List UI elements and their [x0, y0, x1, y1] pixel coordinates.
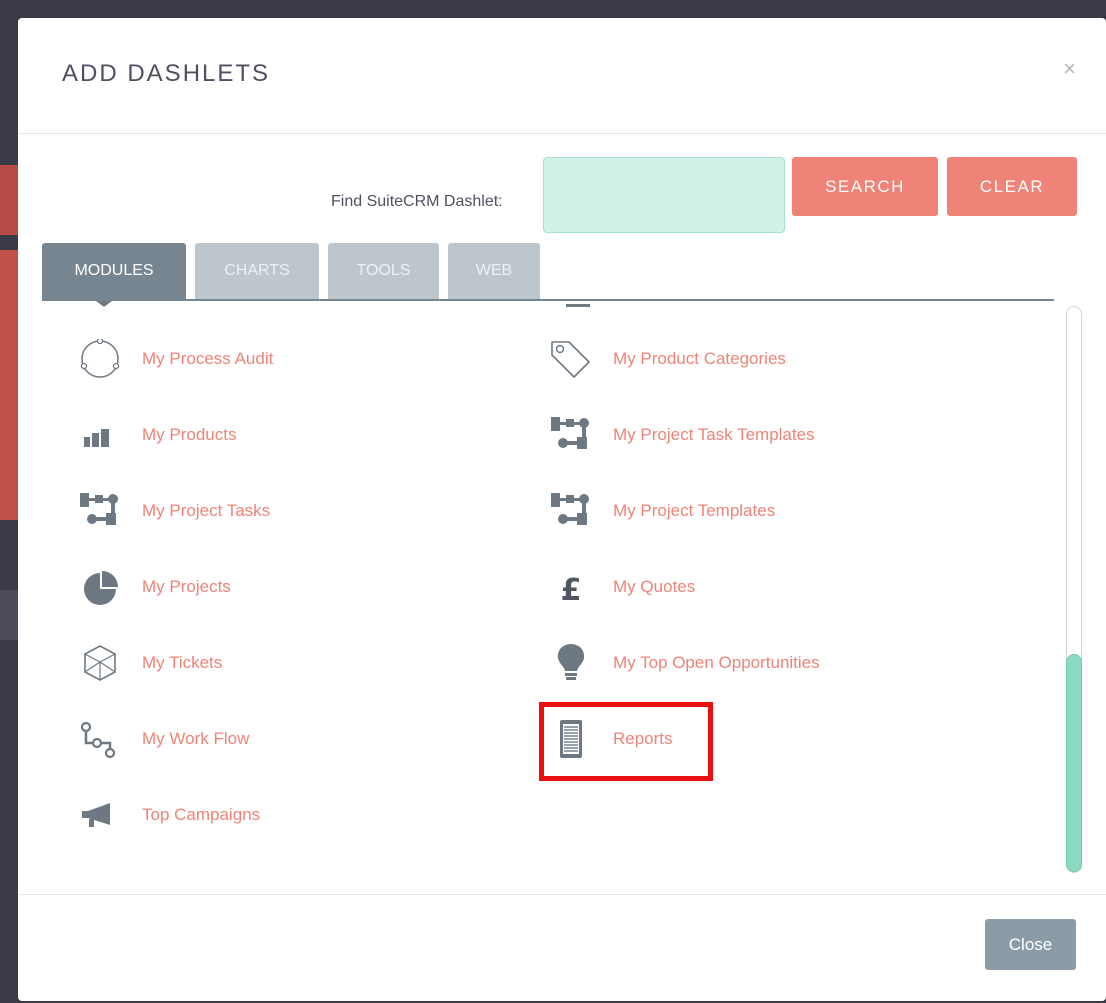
dashlet-label: My Quotes [613, 577, 696, 596]
project-templates-icon [549, 491, 593, 531]
dashlet-label: My Tickets [142, 653, 223, 672]
product-categories-icon [549, 339, 593, 379]
dashlet-label: My Project Task Templates [613, 425, 815, 444]
tab-web[interactable]: WEB [448, 243, 540, 300]
workflow-icon [78, 719, 122, 759]
dashlet-list: My Process Audit My Products My Project … [42, 301, 1082, 901]
scrollbar-thumb[interactable] [1066, 654, 1082, 872]
tickets-icon [78, 643, 122, 683]
find-dashlet-label: Find SuiteCRM Dashlet: [331, 193, 503, 210]
dashlet-my-project-tasks[interactable]: My Project Tasks [78, 491, 270, 531]
dashlet-label: My Work Flow [142, 729, 250, 748]
add-dashlets-modal: ADD DASHLETS × Find SuiteCRM Dashlet: SE… [18, 18, 1106, 1001]
tab-modules[interactable]: MODULES [42, 243, 186, 300]
dashlet-my-tickets[interactable]: My Tickets [78, 643, 222, 683]
dashlet-my-project-templates[interactable]: My Project Templates [549, 491, 775, 531]
dashlet-label: My Project Templates [613, 501, 776, 520]
dashlet-my-work-flow[interactable]: My Work Flow [78, 719, 249, 759]
svg-text:£: £ [561, 573, 582, 607]
dashlet-my-projects[interactable]: My Projects [78, 567, 231, 607]
project-task-templates-icon [549, 415, 593, 455]
modal-title: ADD DASHLETS [62, 60, 271, 87]
dashlet-label: My Product Categories [613, 349, 786, 368]
process-audit-icon [78, 339, 122, 379]
dashlet-list-scrollbar[interactable] [1066, 306, 1082, 873]
projects-icon [78, 567, 122, 607]
search-row: Find SuiteCRM Dashlet: SEARCH CLEAR [18, 156, 1106, 236]
modal-footer: Close [18, 894, 1106, 1002]
reports-highlight-box [539, 702, 713, 781]
dashlet-top-campaigns[interactable]: Top Campaigns [78, 795, 260, 835]
dashlet-search-input[interactable] [543, 157, 785, 233]
close-button[interactable]: Close [985, 919, 1076, 970]
dashlet-my-quotes[interactable]: £ My Quotes [549, 567, 696, 607]
dashlet-my-project-task-templates[interactable]: My Project Task Templates [549, 415, 815, 455]
dashlet-label: My Process Audit [142, 349, 274, 368]
close-icon[interactable]: × [1063, 58, 1076, 80]
search-button[interactable]: SEARCH [792, 157, 938, 216]
tab-tools[interactable]: TOOLS [328, 243, 439, 300]
dashlet-label: Top Campaigns [142, 805, 261, 824]
clear-button[interactable]: CLEAR [947, 157, 1077, 216]
dashlet-label: My Project Tasks [142, 501, 271, 520]
dashlet-my-top-open-opportunities[interactable]: My Top Open Opportunities [549, 643, 820, 683]
quotes-icon: £ [549, 567, 593, 607]
dashlet-label: My Products [142, 425, 237, 444]
campaigns-icon [78, 795, 122, 835]
opportunities-icon [549, 643, 593, 683]
partial-icon [96, 301, 112, 307]
modal-header: ADD DASHLETS × [18, 18, 1106, 134]
dashlet-label: My Top Open Opportunities [613, 653, 820, 672]
products-icon [78, 415, 122, 455]
dashlet-my-products[interactable]: My Products [78, 415, 236, 455]
dashlet-my-process-audit[interactable]: My Process Audit [78, 339, 273, 379]
tab-charts[interactable]: CHARTS [195, 243, 319, 300]
project-tasks-icon [78, 491, 122, 531]
partial-icon [566, 304, 590, 307]
dashlet-label: My Projects [142, 577, 231, 596]
dashlet-my-product-categories[interactable]: My Product Categories [549, 339, 786, 379]
